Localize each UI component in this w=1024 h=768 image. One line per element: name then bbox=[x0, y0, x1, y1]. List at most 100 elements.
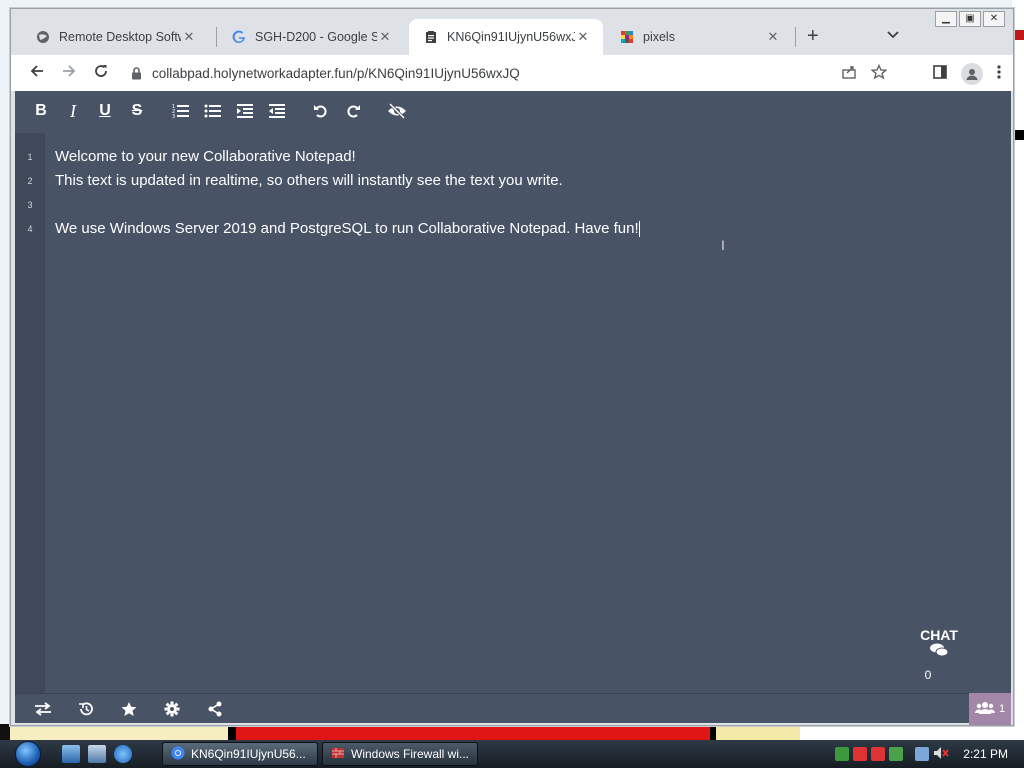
pixels-icon bbox=[619, 29, 635, 45]
undo-icon[interactable] bbox=[305, 95, 337, 127]
close-icon[interactable]: ✕ bbox=[765, 29, 781, 45]
underline-button[interactable]: U bbox=[89, 95, 121, 127]
lock-icon[interactable] bbox=[131, 66, 142, 80]
chrome-icon bbox=[171, 746, 185, 763]
notepad-text-area[interactable]: Welcome to your new Collaborative Notepa… bbox=[55, 145, 995, 241]
users-group-icon bbox=[974, 701, 995, 718]
tab-title: Remote Desktop Softwa bbox=[59, 30, 181, 44]
editor-bottom-bar bbox=[15, 693, 1011, 723]
tab-divider bbox=[795, 27, 796, 47]
line-number: 4 bbox=[27, 224, 33, 234]
explorer-icon[interactable] bbox=[88, 745, 106, 763]
tab-title: SGH-D200 - Google Sea bbox=[255, 30, 377, 44]
indent-icon[interactable] bbox=[229, 95, 261, 127]
reload-icon[interactable] bbox=[85, 63, 117, 84]
windows-taskbar: KN6Qin91IUjynU56... Windows Firewall wi.… bbox=[0, 740, 1024, 768]
tray-shield-icon[interactable] bbox=[871, 747, 886, 761]
tab-title: KN6Qin91IUjynU56wxJC bbox=[447, 30, 575, 44]
tab-collab-notepad[interactable]: KN6Qin91IUjynU56wxJC ✕ bbox=[409, 19, 603, 55]
svg-text:3: 3 bbox=[172, 114, 175, 119]
quick-launch bbox=[62, 745, 132, 763]
close-icon[interactable]: ✕ bbox=[181, 29, 197, 45]
clock[interactable]: 2:21 PM bbox=[963, 747, 1008, 761]
globe-icon bbox=[35, 29, 51, 45]
editor-line[interactable]: Welcome to your new Collaborative Notepa… bbox=[55, 145, 995, 169]
hide-eye-slash-icon[interactable] bbox=[381, 95, 413, 127]
browser-window: Remote Desktop Softwa ✕ SGH-D200 - Googl… bbox=[10, 8, 1014, 726]
tab-title: pixels bbox=[643, 30, 675, 44]
editor-line-text: We use Windows Server 2019 and PostgreSQ… bbox=[55, 220, 639, 237]
line-number: 3 bbox=[27, 200, 33, 210]
editor-toolbar: B I U S 123 bbox=[15, 91, 1011, 131]
taskbar-item-chrome[interactable]: KN6Qin91IUjynU56... bbox=[162, 742, 318, 766]
outdent-icon[interactable] bbox=[261, 95, 293, 127]
volume-muted-icon[interactable] bbox=[933, 746, 949, 763]
unordered-list-icon[interactable] bbox=[197, 95, 229, 127]
url-text: collabpad.holynetworkadapter.fun/p/KN6Qi… bbox=[152, 65, 520, 81]
firewall-icon bbox=[331, 746, 345, 763]
tab-search-chevron-icon[interactable] bbox=[887, 26, 899, 42]
taskbar-item-label: Windows Firewall wi... bbox=[351, 747, 470, 761]
ordered-list-icon[interactable]: 123 bbox=[165, 95, 197, 127]
side-panel-icon[interactable] bbox=[933, 65, 947, 83]
editor-line[interactable] bbox=[55, 193, 995, 217]
line-number: 1 bbox=[27, 152, 33, 162]
share-nodes-icon[interactable] bbox=[193, 701, 236, 717]
text-caret bbox=[638, 221, 640, 238]
google-icon bbox=[231, 29, 247, 45]
tray-app-icon[interactable] bbox=[889, 747, 904, 761]
window-controls: ▁ ▣ ✕ bbox=[935, 11, 1005, 27]
close-icon[interactable]: ✕ bbox=[575, 29, 591, 45]
minimize-button[interactable]: ▁ bbox=[935, 11, 957, 27]
tray-app-icon[interactable] bbox=[835, 747, 850, 761]
tab-remote-desktop[interactable]: Remote Desktop Softwa ✕ bbox=[21, 19, 209, 55]
users-count: 1 bbox=[998, 703, 1006, 715]
profile-avatar-icon[interactable] bbox=[961, 63, 983, 85]
tab-pixels[interactable]: pixels ✕ bbox=[605, 19, 793, 55]
star-icon[interactable] bbox=[107, 701, 150, 717]
network-icon[interactable] bbox=[915, 747, 930, 761]
chat-button[interactable]: CHAT 0 bbox=[909, 627, 969, 682]
start-button[interactable] bbox=[6, 740, 50, 768]
show-desktop-icon[interactable] bbox=[62, 745, 80, 763]
settings-gear-icon[interactable] bbox=[150, 701, 193, 717]
close-window-button[interactable]: ✕ bbox=[983, 11, 1005, 27]
toolbar-right bbox=[933, 63, 1001, 85]
editor-line-last[interactable]: We use Windows Server 2019 and PostgreSQ… bbox=[55, 217, 995, 241]
redo-icon[interactable] bbox=[337, 95, 369, 127]
line-numbers: 1 2 3 4 bbox=[15, 145, 45, 241]
line-number: 2 bbox=[27, 176, 33, 186]
tray-shield-icon[interactable] bbox=[853, 747, 868, 761]
desktop-background-bottom bbox=[0, 724, 1024, 740]
notepad-page: B I U S 123 1 2 3 4 Welcome to your new … bbox=[15, 91, 1011, 725]
notepad-icon bbox=[423, 29, 439, 45]
chat-bubbles-icon bbox=[909, 643, 969, 662]
internet-explorer-icon[interactable] bbox=[114, 745, 132, 763]
browser-toolbar: collabpad.holynetworkadapter.fun/p/KN6Qi… bbox=[11, 55, 1013, 91]
bold-button[interactable]: B bbox=[25, 95, 57, 127]
windows-start-orb-icon bbox=[15, 741, 41, 767]
italic-button[interactable]: I bbox=[57, 95, 89, 127]
chat-count: 0 bbox=[924, 668, 932, 682]
taskbar-item-label: KN6Qin91IUjynU56... bbox=[191, 747, 306, 761]
forward-icon[interactable] bbox=[53, 63, 85, 84]
maximize-button[interactable]: ▣ bbox=[959, 11, 981, 27]
tab-google-search[interactable]: SGH-D200 - Google Sea ✕ bbox=[217, 19, 405, 55]
strikethrough-button[interactable]: S bbox=[121, 95, 153, 127]
tab-strip: Remote Desktop Softwa ✕ SGH-D200 - Googl… bbox=[11, 9, 1013, 55]
share-icon[interactable] bbox=[841, 64, 857, 83]
more-menu-icon[interactable] bbox=[997, 65, 1001, 83]
taskbar-item-firewall[interactable]: Windows Firewall wi... bbox=[322, 742, 478, 766]
address-bar[interactable]: collabpad.holynetworkadapter.fun/p/KN6Qi… bbox=[123, 59, 895, 87]
ibeam-cursor-icon: I bbox=[721, 237, 725, 253]
users-button[interactable]: 1 bbox=[969, 693, 1011, 725]
back-icon[interactable] bbox=[21, 63, 53, 84]
system-tray: 2:21 PM bbox=[834, 740, 1024, 768]
close-icon[interactable]: ✕ bbox=[377, 29, 393, 45]
import-export-icon[interactable] bbox=[21, 701, 64, 716]
new-tab-button[interactable]: + bbox=[807, 25, 819, 48]
history-icon[interactable] bbox=[64, 701, 107, 717]
editor-line[interactable]: This text is updated in realtime, so oth… bbox=[55, 169, 995, 193]
chat-label: CHAT bbox=[920, 627, 958, 643]
bookmark-star-icon[interactable] bbox=[870, 63, 888, 83]
